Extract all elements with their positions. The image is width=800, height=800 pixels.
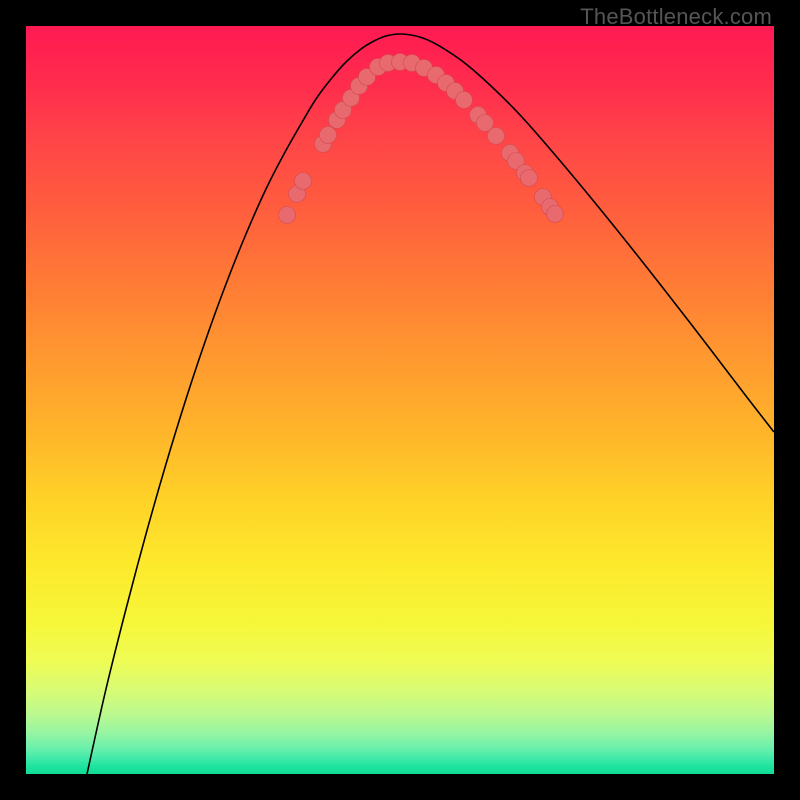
bottleneck-curve [87, 34, 774, 774]
curve-svg [26, 26, 774, 774]
plot-area [26, 26, 774, 774]
marker-dot [521, 170, 538, 187]
marker-group [279, 54, 564, 224]
marker-dot [279, 207, 296, 224]
marker-dot [295, 173, 312, 190]
marker-dot [547, 206, 564, 223]
marker-dot [320, 127, 337, 144]
chart-frame: TheBottleneck.com [0, 0, 800, 800]
marker-dot [488, 128, 505, 145]
marker-dot [456, 92, 473, 109]
